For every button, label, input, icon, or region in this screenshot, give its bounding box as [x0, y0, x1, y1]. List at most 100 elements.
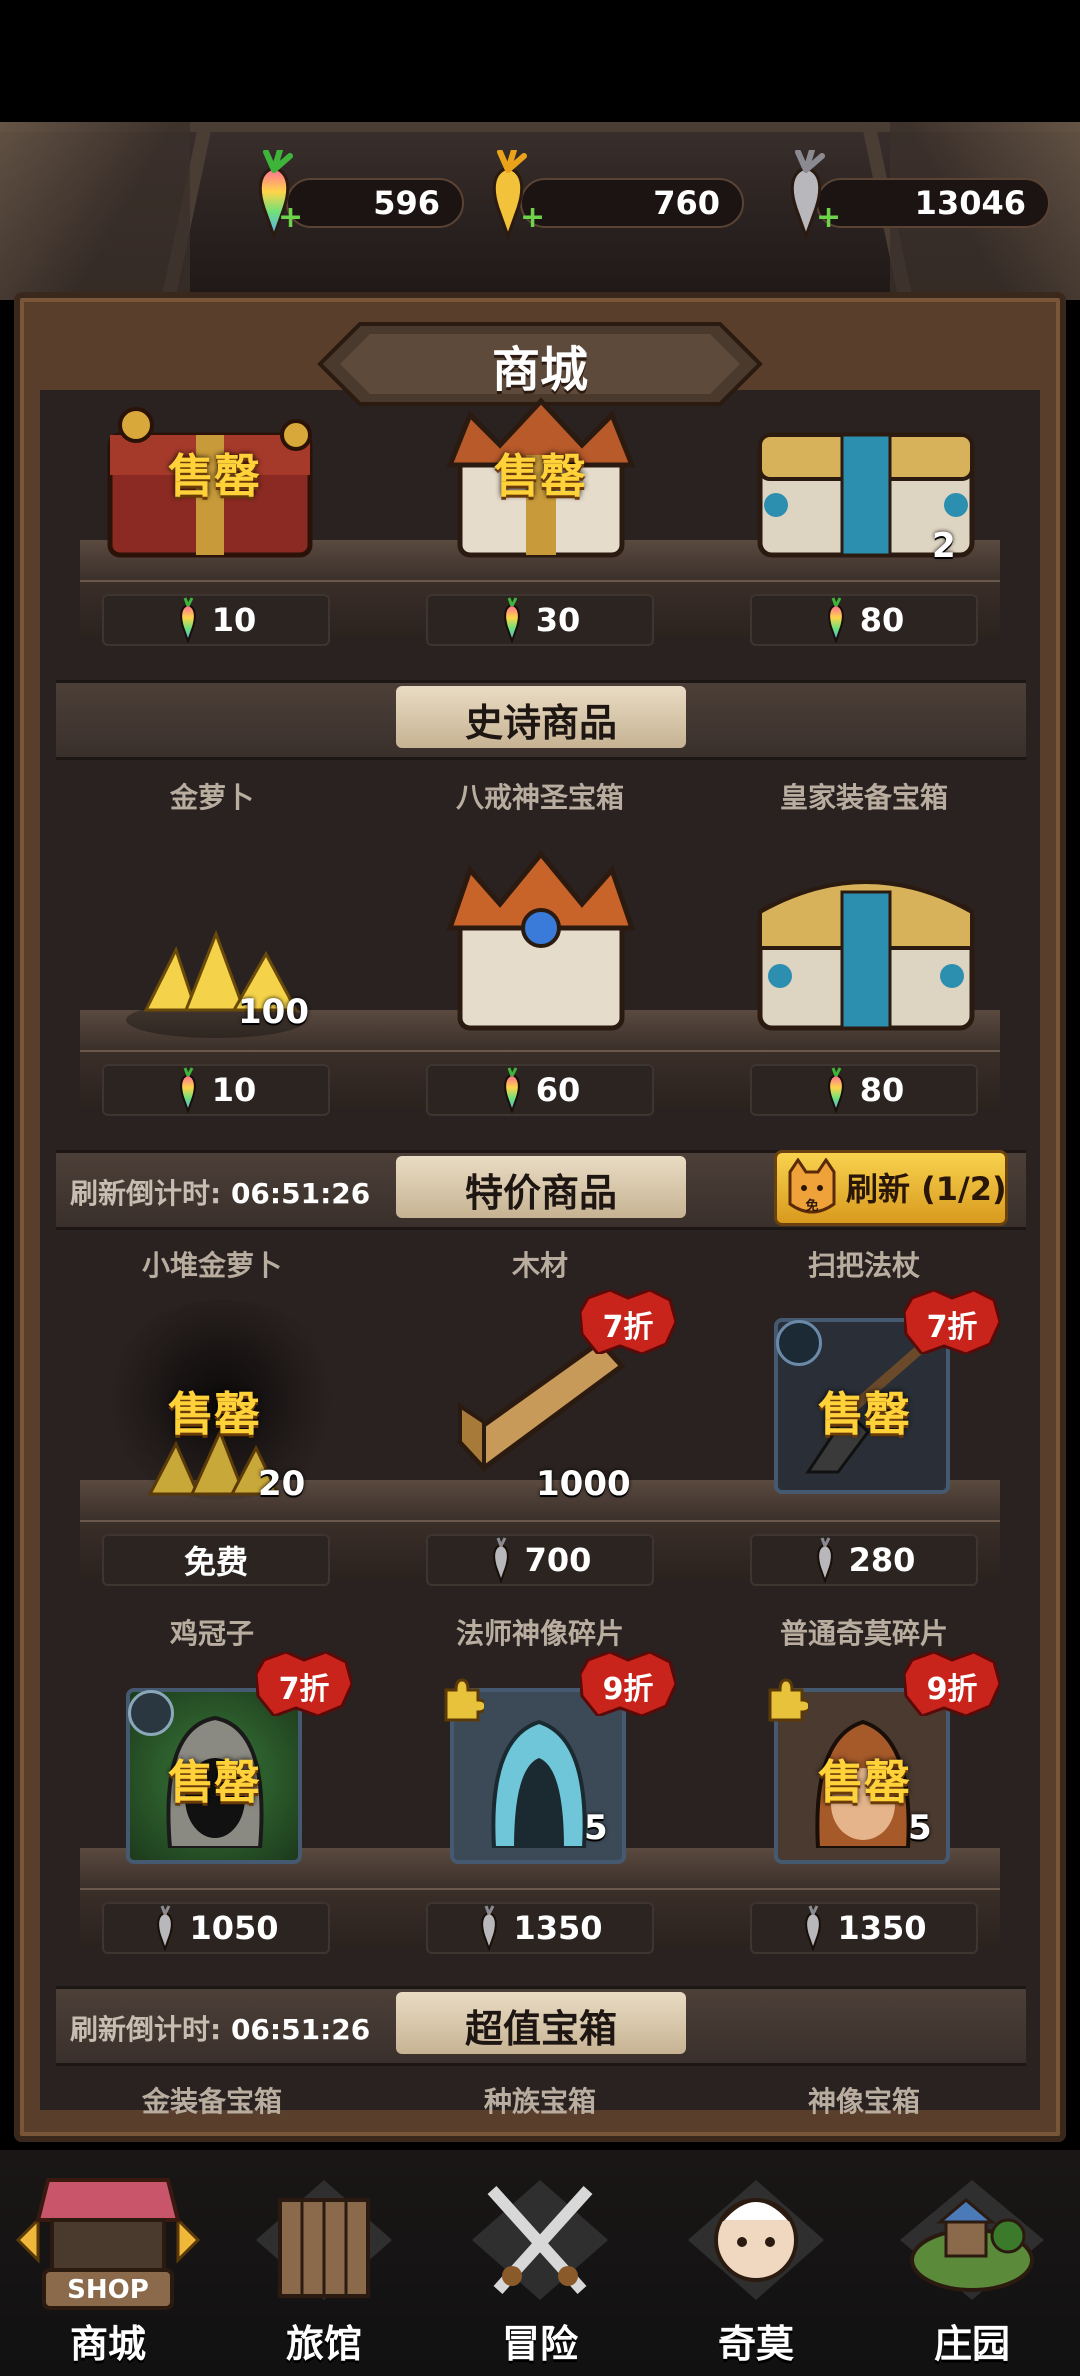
shop-stall-icon: SHOP — [15, 2178, 201, 2310]
price-value: 700 — [524, 1541, 592, 1579]
price-button[interactable]: 1350 — [426, 1902, 654, 1954]
section-title-epic: 史诗商品 — [464, 701, 617, 745]
item-name: 扫把法杖 — [807, 1249, 920, 1282]
rainbow-carrot-icon — [827, 597, 844, 643]
currency-silver: 13046 — [816, 178, 1050, 228]
item-quantity: 100 — [238, 992, 309, 1032]
royal-chest-icon[interactable] — [746, 852, 986, 1037]
price-value: 30 — [535, 601, 581, 639]
discount-label: 7折 — [278, 1672, 330, 1707]
rainbow-carrot-icon — [827, 1067, 844, 1113]
refresh-free-badge: 免 — [805, 1198, 818, 1214]
silver-carrot-icon — [481, 1905, 498, 1951]
nav-adventure[interactable]: 冒险 — [432, 2150, 648, 2376]
sold-out-label: 售罄 — [168, 1387, 260, 1441]
status-bar — [0, 0, 1080, 122]
item-name: 种族宝箱 — [483, 2085, 596, 2118]
price-button[interactable]: 10 — [102, 1064, 330, 1116]
price-button[interactable]: 80 — [750, 594, 978, 646]
price-value: 1050 — [189, 1909, 279, 1947]
item-quantity: 5 — [584, 1808, 608, 1848]
item-name: 法师神像碎片 — [455, 1617, 624, 1650]
nav-label: 庄园 — [933, 2322, 1010, 2366]
add-silver-icon[interactable]: + — [816, 200, 841, 235]
section-title-value-chest: 超值宝箱 — [464, 2007, 617, 2051]
item-quantity: 1000 — [536, 1464, 631, 1504]
nav-manor[interactable]: 庄园 — [864, 2150, 1080, 2376]
price-value: 10 — [211, 601, 257, 639]
nav-label: 旅馆 — [285, 2322, 362, 2366]
price-value: 1350 — [837, 1909, 927, 1947]
price-value: 80 — [859, 1071, 905, 1109]
price-button[interactable]: 280 — [750, 1534, 978, 1586]
price-button[interactable]: 60 — [426, 1064, 654, 1116]
currency-gold-value: 760 — [653, 184, 720, 222]
sold-out-label: 售罄 — [494, 449, 586, 503]
item-name: 木材 — [511, 1249, 568, 1282]
rainbow-carrot-icon — [503, 597, 520, 643]
countdown-time: 06:51:26 — [230, 2013, 371, 2046]
element-gem-icon — [128, 1690, 174, 1736]
price-value: 60 — [535, 1071, 581, 1109]
silver-carrot-icon — [805, 1905, 822, 1951]
item-quantity: 20 — [258, 1464, 306, 1504]
countdown-time: 06:51:26 — [230, 1177, 371, 1210]
puzzle-piece-icon — [768, 1678, 808, 1722]
price-button[interactable]: 30 — [426, 594, 654, 646]
item-name: 金萝卜 — [169, 781, 254, 814]
shop-sign-text: SHOP — [67, 2275, 149, 2305]
item-quantity: 5 — [908, 1808, 932, 1848]
rainbow-carrot-icon — [179, 1067, 196, 1113]
sold-out-label: 售罄 — [818, 1387, 910, 1441]
item-name: 鸡冠子 — [169, 1617, 254, 1650]
discount-label: 9折 — [602, 1672, 654, 1707]
section-title-special: 特价商品 — [464, 1171, 617, 1215]
refresh-label: 刷新 (1/2) — [846, 1170, 1007, 1208]
price-button[interactable]: 1050 — [102, 1902, 330, 1954]
cat-face-icon: 免 — [788, 1158, 836, 1214]
add-rainbow-icon[interactable]: + — [278, 200, 303, 235]
currency-rainbow: 596 — [286, 178, 464, 228]
price-value: 1350 — [513, 1909, 603, 1947]
refresh-countdown: 刷新倒计时: 06:51:26 — [70, 1172, 370, 1212]
item-name: 金装备宝箱 — [141, 2085, 282, 2118]
element-gem-icon — [776, 1320, 822, 1366]
price-button[interactable]: 80 — [750, 1064, 978, 1116]
chimo-character-icon — [688, 2180, 824, 2300]
nav-label: 商城 — [69, 2322, 146, 2366]
nav-label: 冒险 — [501, 2322, 578, 2366]
discount-label: 7折 — [602, 1310, 654, 1345]
price-value: 免费 — [183, 1543, 248, 1581]
inn-gate-icon — [256, 2180, 392, 2300]
refresh-countdown: 刷新倒计时: 06:51:26 — [70, 2008, 370, 2048]
item-name: 普通奇莫碎片 — [779, 1617, 948, 1650]
silver-carrot-icon — [816, 1537, 833, 1583]
rainbow-carrot-icon — [179, 597, 196, 643]
manor-island-icon — [900, 2180, 1044, 2300]
crossed-swords-icon — [472, 2180, 608, 2300]
sold-out-label: 售罄 — [168, 1755, 260, 1809]
currency-rainbow-value: 596 — [373, 184, 440, 222]
currency-silver-value: 13046 — [914, 184, 1026, 222]
silver-carrot-icon — [157, 1905, 174, 1951]
price-button[interactable]: 700 — [426, 1534, 654, 1586]
sold-out-label: 售罄 — [168, 449, 260, 503]
sold-out-label: 售罄 — [818, 1755, 910, 1809]
countdown-label: 刷新倒计时: — [70, 1177, 222, 1210]
price-button[interactable]: 免费 — [102, 1534, 330, 1586]
discount-label: 7折 — [926, 1310, 978, 1345]
nav-chimo[interactable]: 奇莫 — [648, 2150, 864, 2376]
nav-inn[interactable]: 旅馆 — [216, 2150, 432, 2376]
add-gold-icon[interactable]: + — [520, 200, 545, 235]
rainbow-carrot-icon — [503, 1067, 520, 1113]
item-name: 八戒神圣宝箱 — [455, 781, 624, 814]
price-value: 80 — [859, 601, 905, 639]
price-value: 10 — [211, 1071, 257, 1109]
nav-shop[interactable]: SHOP 商城 — [0, 2150, 216, 2376]
puzzle-piece-icon — [444, 1678, 484, 1722]
price-button[interactable]: 10 — [102, 594, 330, 646]
price-value: 280 — [848, 1541, 916, 1579]
price-button[interactable]: 1350 — [750, 1902, 978, 1954]
holy-chest-icon[interactable] — [430, 848, 652, 1038]
item-quantity: 2 — [932, 526, 956, 566]
